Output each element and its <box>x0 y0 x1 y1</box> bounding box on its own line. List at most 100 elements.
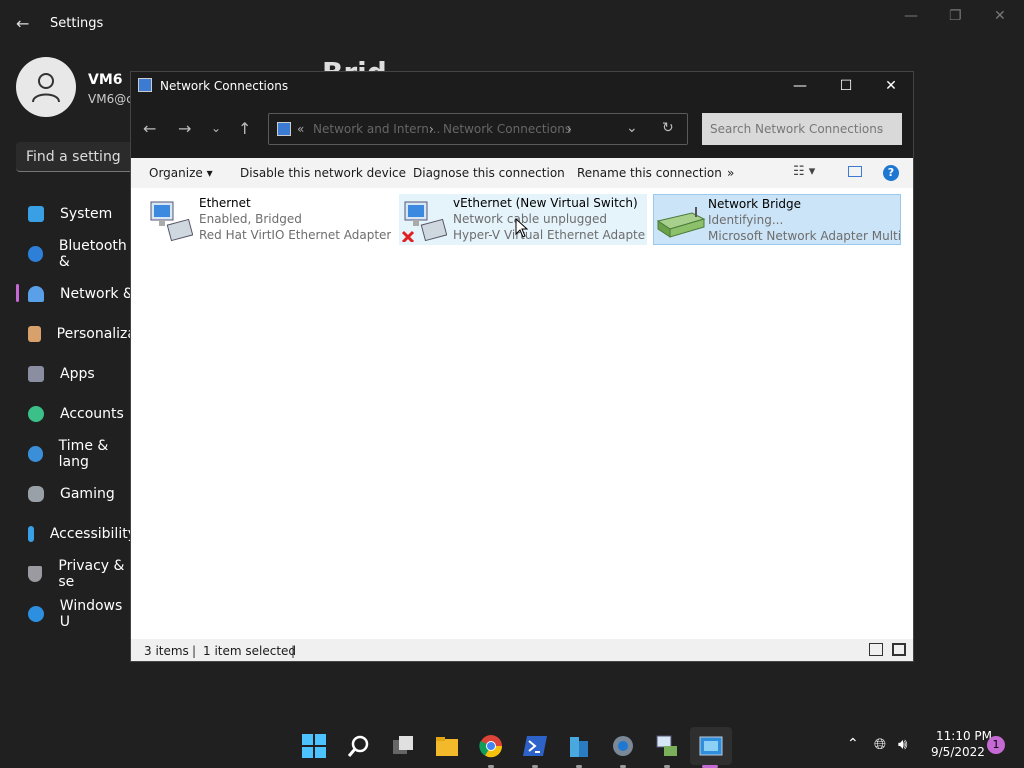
control-panel-icon <box>277 122 291 136</box>
recent-locations-icon[interactable]: ⌄ <box>211 121 221 135</box>
title-bar[interactable]: Network Connections — ☐ ✕ <box>131 72 913 100</box>
network-adapter-disconnected-icon <box>401 201 447 242</box>
nav-item-privacy[interactable]: Privacy & se <box>16 556 136 592</box>
bluetooth-icon <box>28 246 43 262</box>
nav-item-system[interactable]: System <box>16 196 136 232</box>
nav-item-time-language[interactable]: Time & lang <box>16 436 136 472</box>
nav-item-network[interactable]: Network & <box>16 276 136 312</box>
nav-item-bluetooth[interactable]: Bluetooth & <box>16 236 136 272</box>
disable-device-button[interactable]: Disable this network device <box>240 166 406 180</box>
notification-badge[interactable]: 1 <box>987 736 1005 754</box>
search-input[interactable]: Search Network Connections <box>702 113 902 145</box>
file-explorer-icon[interactable] <box>435 734 459 758</box>
minimize-button[interactable]: — <box>777 72 823 100</box>
network-adapter-icon <box>150 201 193 242</box>
connection-adapter: Hyper-V Virtual Ethernet Adapter ... <box>453 228 645 242</box>
view-options-icon[interactable]: ☷ ▾ <box>793 164 815 179</box>
address-dropdown-icon[interactable]: ⌄ <box>626 120 638 136</box>
up-arrow-icon[interactable]: ↑ <box>238 119 251 138</box>
status-divider: | <box>291 644 296 658</box>
network-bridge-icon <box>656 207 706 238</box>
restore-icon[interactable]: ❐ <box>949 8 962 24</box>
start-icon[interactable] <box>302 734 326 758</box>
brush-icon <box>28 326 41 342</box>
chevron-up-icon[interactable]: ⌃ <box>847 736 859 752</box>
forward-arrow-icon[interactable]: → <box>178 119 191 138</box>
organize-button[interactable]: Organize ▾ <box>149 166 213 180</box>
network-connections-icon <box>138 78 152 92</box>
system-icon <box>28 206 44 222</box>
back-arrow-icon[interactable]: ← <box>16 14 29 33</box>
user-icon <box>32 73 60 103</box>
details-view-icon[interactable] <box>869 643 883 656</box>
connection-status: Identifying... <box>708 213 784 227</box>
window-title: Network Connections <box>160 79 289 93</box>
close-button[interactable]: ✕ <box>868 72 914 100</box>
powershell-icon[interactable] <box>523 734 547 758</box>
refresh-icon[interactable]: ↻ <box>662 120 674 136</box>
nav-item-accounts[interactable]: Accounts <box>16 396 136 432</box>
network-connections-icon[interactable] <box>699 734 723 758</box>
shield-icon <box>28 566 43 582</box>
clock-date[interactable]: 9/5/2022 <box>931 745 985 759</box>
network-connections-window: Network Connections — ☐ ✕ ← → ⌄ ↑ « Netw… <box>130 71 914 662</box>
connection-name: Ethernet <box>199 196 251 210</box>
status-divider: | <box>192 644 197 658</box>
item-count: 3 items <box>144 644 189 658</box>
apps-icon <box>28 366 44 382</box>
selection-count: 1 item selected <box>203 644 297 658</box>
settings-title: Settings <box>50 16 104 31</box>
update-icon <box>28 606 44 622</box>
breadcrumb-separator[interactable]: › <box>429 122 434 136</box>
connection-item-ethernet[interactable]: Ethernet Enabled, Bridged Red Hat VirtIO… <box>145 194 393 245</box>
connection-adapter: Microsoft Network Adapter Multi... <box>708 229 900 243</box>
search-icon: ⌕ <box>877 121 884 135</box>
volume-icon[interactable]: 🔊︎ <box>898 735 907 753</box>
connection-adapter: Red Hat VirtIO Ethernet Adapter <box>199 228 391 242</box>
address-bar[interactable]: « Network and Intern... › Network Connec… <box>268 113 688 145</box>
clock-time[interactable]: 11:10 PM <box>936 729 992 743</box>
gamepad-icon <box>28 486 44 502</box>
connection-status: Network cable unplugged <box>453 212 608 226</box>
help-icon[interactable]: ? <box>883 165 899 181</box>
nav-item-apps[interactable]: Apps <box>16 356 136 392</box>
nav-item-gaming[interactable]: Gaming <box>16 476 136 512</box>
preview-pane-icon[interactable] <box>848 166 862 177</box>
avatar[interactable] <box>16 57 76 117</box>
breadcrumb-network-connections[interactable]: Network Connections <box>443 122 571 136</box>
wifi-icon <box>28 286 44 302</box>
taskbar: ⌃ 🌐︎ 🔊︎ 11:10 PM 9/5/2022 <box>0 724 1024 768</box>
more-commands-button[interactable]: » <box>727 166 734 180</box>
breadcrumb-network-internet[interactable]: Network and Intern... <box>313 122 440 136</box>
connection-name: Network Bridge <box>708 197 802 211</box>
minimize-icon[interactable]: — <box>904 8 918 24</box>
accounts-icon <box>28 406 44 422</box>
search-icon[interactable] <box>347 734 371 758</box>
status-bar: 3 items | 1 item selected | <box>131 639 913 661</box>
breadcrumb-overflow[interactable]: « <box>297 122 304 136</box>
network-tool-icon[interactable] <box>655 734 679 758</box>
connections-list <box>131 188 913 639</box>
diagnose-button[interactable]: Diagnose this connection <box>413 166 565 180</box>
settings-gear-icon[interactable] <box>611 734 635 758</box>
command-bar: Organize ▾ Disable this network device D… <box>131 158 913 188</box>
nav-item-accessibility[interactable]: Accessibility <box>16 516 136 552</box>
connection-item-network-bridge[interactable]: Network Bridge Identifying... Microsoft … <box>653 194 901 245</box>
user-email: VM6@c <box>88 92 133 106</box>
address-toolbar: ← → ⌄ ↑ « Network and Intern... › Networ… <box>131 100 913 158</box>
breadcrumb-separator[interactable]: › <box>567 122 572 136</box>
nav-item-personalization[interactable]: Personaliza <box>16 316 136 352</box>
rename-button[interactable]: Rename this connection <box>577 166 722 180</box>
nav-item-windows-update[interactable]: Windows U <box>16 596 136 632</box>
globe-icon[interactable]: 🌐︎ <box>874 735 886 753</box>
accessibility-icon <box>28 526 34 542</box>
building-app-icon[interactable] <box>567 734 591 758</box>
large-icons-view-icon[interactable] <box>892 643 906 656</box>
connection-name: vEthernet (New Virtual Switch) <box>453 196 638 210</box>
chrome-icon[interactable] <box>479 734 503 758</box>
maximize-button[interactable]: ☐ <box>823 72 869 100</box>
connection-status: Enabled, Bridged <box>199 212 302 226</box>
close-icon[interactable]: ✕ <box>994 8 1006 24</box>
back-arrow-icon[interactable]: ← <box>143 119 156 138</box>
task-view-icon[interactable] <box>391 734 415 758</box>
